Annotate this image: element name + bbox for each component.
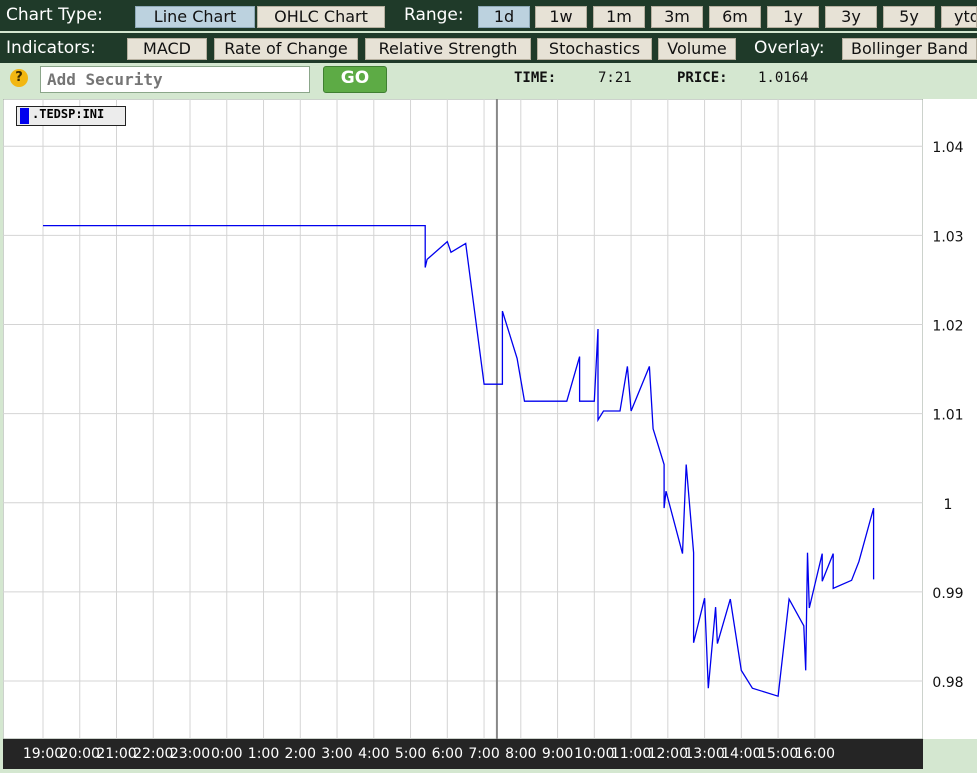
range-label: Range:: [404, 5, 464, 25]
x-tick-label: 8:00: [505, 746, 536, 762]
x-tick-label: 16:00: [795, 746, 835, 762]
range-1d-button[interactable]: 1d: [478, 6, 530, 28]
x-tick-label: 6:00: [432, 746, 463, 762]
overlay-label: Overlay:: [754, 38, 825, 58]
bollinger-band-button[interactable]: Bollinger Band: [842, 38, 977, 60]
y-tick-label: 0.98: [932, 675, 963, 691]
x-tick-label: 3:00: [321, 746, 352, 762]
x-tick-label: 0:00: [211, 746, 242, 762]
go-button[interactable]: GO: [323, 66, 387, 93]
x-tick-label: 21:00: [96, 746, 136, 762]
range-6m-button[interactable]: 6m: [709, 6, 761, 28]
range-5y-button[interactable]: 5y: [883, 6, 935, 28]
rate-of-change-button[interactable]: Rate of Change: [214, 38, 358, 60]
y-tick-label: 1.04: [932, 140, 963, 156]
x-tick-label: 22:00: [133, 746, 173, 762]
indicators-label: Indicators:: [6, 38, 96, 58]
range-1w-button[interactable]: 1w: [535, 6, 587, 28]
help-icon[interactable]: ?: [10, 69, 28, 87]
y-tick-label: 1: [944, 497, 953, 513]
ohlc-chart-button[interactable]: OHLC Chart: [257, 6, 385, 28]
legend: .TEDSP:INI: [16, 106, 126, 126]
x-tick-label: 2:00: [285, 746, 316, 762]
range-ytd-button[interactable]: ytd: [941, 6, 977, 28]
add-security-input[interactable]: [40, 66, 310, 93]
time-value: 7:21: [598, 70, 632, 86]
x-tick-label: 14:00: [721, 746, 761, 762]
range-3m-button[interactable]: 3m: [651, 6, 703, 28]
y-tick-label: 0.99: [932, 586, 963, 602]
price-chart-svg[interactable]: 19:0020:0021:0022:0023:00 0:00 1:00 2:00 3:0…: [2, 98, 977, 769]
x-tick-label: 10:00: [574, 746, 614, 762]
y-tick-label: 1.01: [932, 408, 963, 424]
x-tick-label: 19:00: [23, 746, 63, 762]
x-tick-label: 1:00: [248, 746, 279, 762]
x-tick-label: 12:00: [648, 746, 688, 762]
x-tick-label: 9:00: [542, 746, 573, 762]
x-tick-label: 15:00: [758, 746, 798, 762]
indicators-toolbar: Indicators: MACD Rate of Change Relative…: [0, 33, 977, 63]
y-tick-label: 1.03: [932, 229, 963, 245]
range-3y-button[interactable]: 3y: [825, 6, 877, 28]
volume-button[interactable]: Volume: [658, 38, 736, 60]
price-value: 1.0164: [758, 70, 809, 86]
x-tick-label: 20:00: [60, 746, 100, 762]
macd-button[interactable]: MACD: [127, 38, 207, 60]
legend-swatch: [20, 108, 29, 124]
plot-area: [2, 98, 924, 740]
price-chart[interactable]: 19:00 20:00 21:00 22:00 23:00 0:00 1:00 2:00 3:0…: [2, 98, 977, 769]
x-tick-label: 11:00: [611, 746, 651, 762]
x-tick-label: 7:00: [468, 746, 499, 762]
relative-strength-button[interactable]: Relative Strength: [365, 38, 531, 60]
stochastics-button[interactable]: Stochastics: [537, 38, 652, 60]
x-tick-label: 4:00: [358, 746, 389, 762]
line-chart-button[interactable]: Line Chart: [135, 6, 255, 28]
price-label: PRICE:: [677, 70, 728, 86]
range-1y-button[interactable]: 1y: [767, 6, 819, 28]
x-tick-label: 5:00: [395, 746, 426, 762]
time-label: TIME:: [514, 70, 557, 86]
chart-type-label: Chart Type:: [6, 5, 103, 25]
x-tick-label: 13:00: [684, 746, 724, 762]
range-1m-button[interactable]: 1m: [593, 6, 645, 28]
y-tick-label: 1.02: [932, 319, 963, 335]
chart-type-toolbar: Chart Type: Line Chart OHLC Chart Range:…: [0, 0, 977, 31]
x-tick-label: 23:00: [170, 746, 210, 762]
legend-label: .TEDSP:INI: [32, 107, 105, 121]
